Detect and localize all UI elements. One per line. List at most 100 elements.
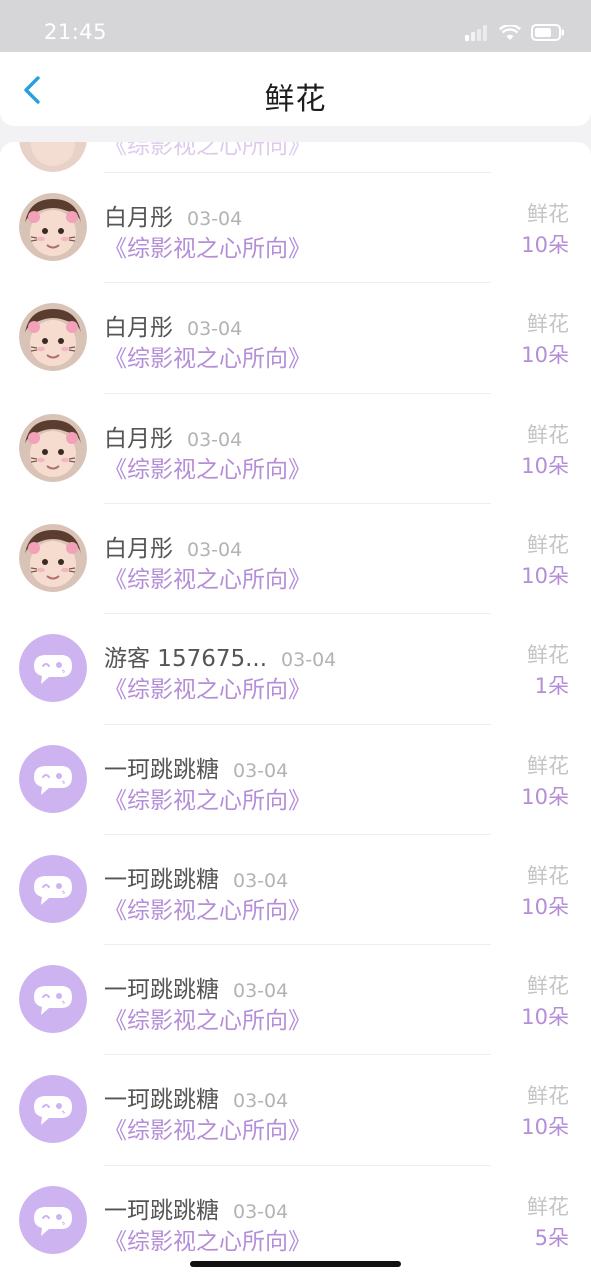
nav-header: 鲜花	[0, 52, 591, 126]
user-name: 一珂跳跳糖 03-04	[104, 1191, 288, 1225]
gift-date: 03-04	[187, 318, 243, 341]
status-bar: 21:45	[0, 0, 591, 52]
list-item[interactable]: 一珂跳跳糖 03-04 《综影视之心所向》 鲜花 5朵	[0, 1164, 591, 1275]
gift-date: 03-04	[233, 1200, 289, 1223]
gift-type: 鲜花	[527, 202, 569, 226]
user-name-text: 白月彤	[104, 425, 173, 452]
avatar[interactable]	[19, 303, 87, 372]
row-divider	[104, 723, 491, 725]
user-name: 白月彤 03-04	[104, 198, 242, 232]
avatar[interactable]	[19, 634, 87, 703]
gift-count: 10朵	[521, 1115, 569, 1140]
gift-type: 鲜花	[527, 643, 569, 668]
gift-date: 03-04	[187, 538, 243, 561]
book-title: 《综影视之心所向》	[104, 677, 311, 704]
user-name-text: 白月彤	[104, 205, 173, 231]
list-item[interactable]: 白月彤 03-04 《综影视之心所向》 鲜花 10朵	[0, 392, 591, 503]
user-name: 白月彤 03-04	[104, 419, 242, 453]
avatar[interactable]	[19, 413, 87, 482]
page-title: 鲜花	[264, 82, 327, 117]
list-item[interactable]: 一珂跳跳糖 03-04 《综影视之心所向》 鲜花 10朵	[0, 723, 591, 834]
avatar[interactable]	[19, 1185, 87, 1254]
row-divider	[104, 613, 491, 615]
book-title: 《综影视之心所向》	[104, 346, 311, 373]
gift-type: 鲜花	[527, 1084, 569, 1109]
list-item[interactable]: 一珂跳跳糖 03-04 《综影视之心所向》 鲜花 10朵	[0, 833, 591, 944]
book-title: 《综影视之心所向》	[104, 787, 311, 814]
gift-count: 10朵	[521, 233, 569, 257]
list-item[interactable]: 白月彤 03-04 《综影视之心所向》 鲜花 10朵	[0, 282, 591, 392]
gift-count: 10朵	[521, 894, 569, 919]
gift-date: 03-04	[233, 1090, 289, 1113]
list-item[interactable]: 白月彤 03-04 《综影视之心所向》 鲜花 10朵	[0, 172, 591, 282]
book-title: 《综影视之心所向》	[104, 897, 311, 924]
user-name-text: 游客 157675...	[104, 646, 268, 673]
gift-date: 03-04	[233, 759, 289, 782]
gift-date: 03-04	[233, 980, 289, 1003]
status-time: 21:45	[44, 20, 108, 44]
avatar[interactable]	[19, 744, 87, 813]
book-title: 《综影视之心所向》	[104, 1118, 311, 1145]
gift-date: 03-04	[233, 869, 289, 892]
row-divider	[104, 944, 491, 946]
row-divider	[104, 833, 491, 835]
row-divider	[104, 1164, 491, 1166]
avatar[interactable]	[19, 193, 87, 261]
gift-count: 10朵	[521, 563, 569, 588]
home-indicator	[190, 1261, 401, 1267]
wifi-icon	[498, 23, 522, 45]
battery-icon	[531, 24, 565, 45]
gift-record-list[interactable]: 《综影视之心所向》 白月彤 03-04 《综影视之心所向》 鲜花 10朵 白月彤 0…	[0, 142, 591, 1280]
gift-type: 鲜花	[527, 974, 569, 999]
gift-type: 鲜花	[527, 532, 569, 557]
gift-date: 03-04	[187, 428, 243, 451]
list-item[interactable]: 白月彤 03-04 《综影视之心所向》 鲜花 10朵	[0, 502, 591, 613]
gift-date: 03-04	[187, 208, 243, 230]
user-name: 一珂跳跳糖 03-04	[104, 970, 288, 1004]
list-item[interactable]: 一珂跳跳糖 03-04 《综影视之心所向》 鲜花 10朵	[0, 944, 591, 1054]
user-name: 一珂跳跳糖 03-04	[104, 750, 288, 784]
row-divider	[104, 392, 491, 394]
gift-date: 03-04	[281, 649, 337, 672]
list-item[interactable]: 游客 157675... 03-04 《综影视之心所向》 鲜花 1朵	[0, 613, 591, 723]
signal-icon	[465, 24, 489, 45]
gift-type: 鲜花	[527, 422, 569, 447]
book-title: 《综影视之心所向》	[104, 456, 311, 483]
book-title: 《综影视之心所向》	[104, 236, 311, 262]
user-name-text: 白月彤	[104, 315, 173, 342]
row-divider	[104, 172, 491, 173]
book-title: 《综影视之心所向》	[104, 566, 311, 593]
avatar	[19, 142, 87, 172]
user-name: 一珂跳跳糖 03-04	[104, 1080, 288, 1114]
status-icons	[465, 23, 565, 45]
gift-count: 5朵	[534, 1225, 569, 1250]
list-item-partial[interactable]: 《综影视之心所向》	[0, 142, 591, 172]
avatar[interactable]	[19, 523, 87, 592]
user-name: 白月彤 03-04	[104, 529, 242, 563]
user-name-text: 一珂跳跳糖	[104, 866, 219, 893]
book-title: 《综影视之心所向》	[104, 1228, 311, 1255]
user-name: 白月彤 03-04	[104, 308, 242, 342]
row-divider	[104, 1054, 491, 1056]
gift-type: 鲜花	[527, 863, 569, 888]
avatar[interactable]	[19, 854, 87, 923]
user-name-text: 一珂跳跳糖	[104, 1197, 219, 1224]
list-item[interactable]: 一珂跳跳糖 03-04 《综影视之心所向》 鲜花 10朵	[0, 1054, 591, 1164]
gift-count: 10朵	[521, 453, 569, 478]
gift-type: 鲜花	[527, 312, 569, 337]
gift-type: 鲜花	[527, 1194, 569, 1219]
user-name-text: 一珂跳跳糖	[104, 1087, 219, 1114]
user-name-text: 一珂跳跳糖	[104, 756, 219, 783]
gift-type: 鲜花	[527, 753, 569, 778]
avatar[interactable]	[19, 965, 87, 1034]
book-title: 《综影视之心所向》	[104, 1008, 311, 1035]
gift-count: 10朵	[521, 784, 569, 809]
user-name-text: 白月彤	[104, 535, 173, 562]
avatar[interactable]	[19, 1075, 87, 1144]
gift-count: 10朵	[521, 1005, 569, 1030]
book-title: 《综影视之心所向》	[104, 142, 311, 159]
row-divider	[104, 282, 491, 284]
gift-count: 10朵	[521, 343, 569, 368]
row-divider	[104, 502, 491, 504]
user-name-text: 一珂跳跳糖	[104, 977, 219, 1004]
